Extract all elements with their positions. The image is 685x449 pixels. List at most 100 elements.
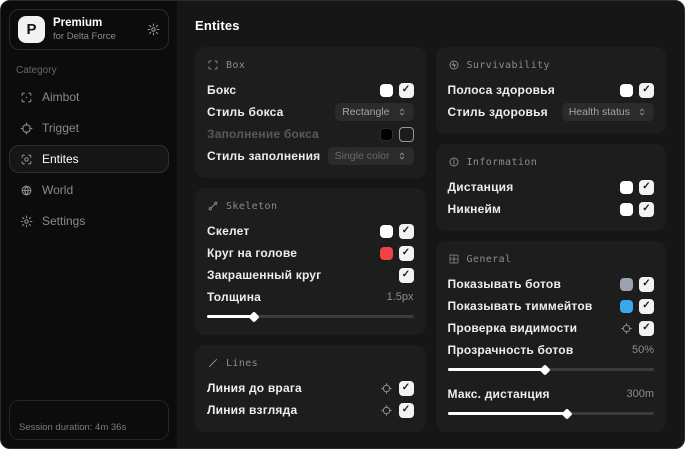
checkbox-visibility-check[interactable] <box>639 320 654 336</box>
thickness-slider[interactable] <box>207 310 414 323</box>
color-swatch[interactable] <box>379 83 393 97</box>
checkbox-enemy-line[interactable] <box>398 380 414 396</box>
setting-row-skeleton: Скелет <box>207 220 414 242</box>
checkbox-skeleton[interactable] <box>398 223 414 239</box>
setting-row-head-circle: Круг на голове <box>207 242 414 264</box>
slider-value: 50% <box>631 344 654 356</box>
card-lines: Lines Линия до врага Линия взгляда <box>195 345 426 432</box>
brand-title: Premium <box>53 17 103 30</box>
bots-opacity-slider[interactable] <box>447 363 654 376</box>
info-icon <box>448 156 460 168</box>
setting-label: Показывать тиммейтов <box>447 299 593 313</box>
target-icon[interactable] <box>620 322 633 335</box>
entities-icon <box>20 153 33 166</box>
target-icon[interactable] <box>380 404 393 417</box>
slider-thumb[interactable] <box>248 310 261 323</box>
card-title: Information <box>466 156 538 168</box>
setting-label: Никнейм <box>447 202 502 216</box>
checkbox-head-circle[interactable] <box>398 245 414 261</box>
color-swatch[interactable] <box>620 202 633 216</box>
target-icon[interactable] <box>380 382 393 395</box>
sidebar-item-settings[interactable]: Settings <box>9 207 169 235</box>
main-content: Entites Box Бокс ✓ Стиль бокса Rectangle… <box>177 1 684 448</box>
box-style-select[interactable]: Rectangle <box>335 103 414 121</box>
color-swatch[interactable] <box>620 83 633 97</box>
sidebar-item-trigger[interactable]: Trigget <box>9 114 169 142</box>
app-window: P Premium for Delta Force Category Aimbo… <box>0 0 685 449</box>
checkbox-show-bots[interactable] <box>639 276 654 292</box>
box-icon <box>207 59 219 71</box>
checkbox-show-teammates[interactable] <box>639 298 654 314</box>
slider-thumb[interactable] <box>561 407 573 420</box>
trigger-icon <box>20 122 33 135</box>
select-value: Health status <box>568 106 630 118</box>
card-information: Information Дистанция Никнейм <box>435 144 666 231</box>
color-swatch[interactable] <box>620 299 633 313</box>
color-swatch[interactable] <box>379 224 393 238</box>
setting-row-health-style: Стиль здоровья Health status <box>448 101 654 123</box>
setting-row-show-teammates: Показывать тиммейтов <box>447 295 654 317</box>
setting-row-view-line: Линия взгляда <box>207 399 414 421</box>
brand-logo: P <box>18 16 45 43</box>
setting-row-visibility-check: Проверка видимости <box>448 317 654 339</box>
checkbox-filled-circle[interactable] <box>398 267 414 283</box>
card-title: Survivability <box>466 59 550 71</box>
checkbox-box[interactable] <box>398 82 414 98</box>
max-distance-slider[interactable] <box>447 407 654 420</box>
checkbox-view-line[interactable] <box>398 402 414 418</box>
setting-row-fill-style: Стиль заполнения Single color <box>207 145 414 167</box>
setting-row-box: Бокс <box>207 79 414 101</box>
sidebar-item-label: Trigget <box>42 121 79 135</box>
setting-label: Заполнение бокса <box>207 127 319 141</box>
sidebar-item-label: World <box>42 183 74 197</box>
setting-row-distance: Дистанция <box>448 176 654 198</box>
color-swatch[interactable] <box>620 180 633 194</box>
checkbox-distance[interactable] <box>639 179 654 195</box>
sidebar-item-entities[interactable]: Entites <box>9 145 169 173</box>
setting-label: Макс. дистанция <box>447 387 550 401</box>
card-general: General Показывать ботов Показывать тимм… <box>435 241 666 432</box>
grid-icon <box>448 253 460 265</box>
checkbox-nickname[interactable] <box>639 201 654 217</box>
card-title: Box <box>226 59 246 71</box>
sidebar-item-aimbot[interactable]: Aimbot <box>9 83 169 111</box>
fill-style-select[interactable]: Single color <box>327 147 414 165</box>
category-label: Category <box>16 65 57 76</box>
setting-row-box-fill: Заполнение бокса <box>207 123 414 145</box>
slider-value: 300m <box>626 388 654 400</box>
setting-row-box-style: Стиль бокса Rectangle <box>207 101 414 123</box>
setting-label: Стиль заполнения <box>207 149 321 163</box>
checkbox-box-fill[interactable] <box>398 126 414 142</box>
sidebar-item-label: Entites <box>42 152 79 166</box>
settings-gear-icon <box>20 215 33 228</box>
page-title: Entites <box>195 18 240 33</box>
setting-label: Прозрачность ботов <box>447 343 574 357</box>
gear-icon[interactable] <box>147 23 160 36</box>
card-title: Lines <box>226 357 259 369</box>
setting-label: Линия до врага <box>207 381 302 395</box>
bone-icon <box>207 200 219 212</box>
sidebar-item-label: Settings <box>42 214 86 228</box>
setting-row-max-distance: Макс. дистанция 300m <box>448 383 655 405</box>
setting-row-bots-opacity: Прозрачность ботов 50% <box>448 339 655 361</box>
setting-row-filled-circle: Закрашенный круг <box>207 264 414 286</box>
color-swatch[interactable] <box>379 127 393 141</box>
color-swatch[interactable] <box>379 246 393 260</box>
survivability-icon <box>448 59 460 71</box>
health-style-select[interactable]: Health status <box>561 103 654 121</box>
select-value: Rectangle <box>342 106 390 118</box>
slider-thumb[interactable] <box>538 363 551 376</box>
setting-row-enemy-line: Линия до врага <box>207 377 414 399</box>
sidebar-item-world[interactable]: World <box>9 176 169 204</box>
setting-label: Круг на голове <box>207 246 298 260</box>
card-skeleton: Skeleton Скелет Круг на голове <box>195 188 426 335</box>
globe-icon <box>20 184 33 197</box>
select-value: Single color <box>334 150 390 162</box>
color-swatch[interactable] <box>620 277 633 291</box>
checkbox-health-bar[interactable] <box>639 82 654 98</box>
slider-value: 1.5px <box>386 291 414 303</box>
card-survivability: Survivability Полоса здоровья Стиль здор… <box>435 47 666 134</box>
setting-label: Стиль бокса <box>207 105 284 119</box>
setting-label: Показывать ботов <box>447 277 562 291</box>
sidebar: P Premium for Delta Force Category Aimbo… <box>1 1 177 448</box>
